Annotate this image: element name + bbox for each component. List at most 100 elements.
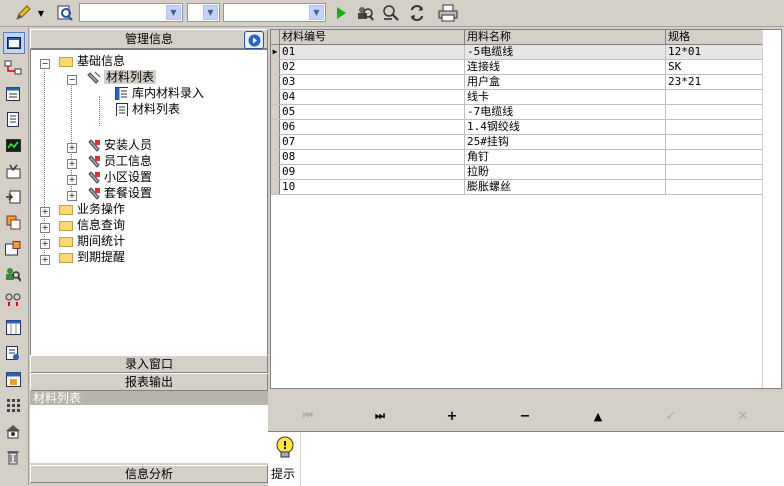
table-cell[interactable]: 连接线	[464, 59, 666, 75]
filter-combo-2[interactable]: ▼	[187, 3, 220, 22]
chevron-down-icon[interactable]: ▼	[166, 5, 181, 20]
table-cell[interactable]: 03	[279, 74, 465, 90]
table-cell[interactable]	[665, 149, 775, 165]
user-search-icon[interactable]	[3, 264, 23, 284]
collapse-toggle[interactable]: −	[40, 59, 50, 69]
expand-toggle[interactable]: +	[40, 255, 50, 265]
table-row[interactable]: 03 用户盒 23*21	[271, 74, 775, 90]
table-cell[interactable]: 04	[279, 89, 465, 105]
first-record-button[interactable]: ⏮	[297, 407, 319, 425]
filter-combo-3[interactable]: ▼	[223, 3, 326, 22]
section-report-output[interactable]: 报表输出	[30, 373, 268, 391]
table-cell[interactable]: 02	[279, 59, 465, 75]
table-cell[interactable]: 25#挂钩	[464, 134, 666, 150]
table-cell[interactable]: 10	[279, 179, 465, 195]
table-cell[interactable]	[665, 179, 775, 195]
table-row[interactable]: 08 角钉	[271, 149, 775, 165]
tree-node-material-entry[interactable]: 库内材料录入	[115, 86, 204, 101]
magnifier-icon[interactable]	[56, 4, 74, 22]
tree-node-material-list[interactable]: 材料列表	[87, 70, 157, 85]
table-icon[interactable]	[3, 212, 23, 232]
tree-node-community[interactable]: 小区设置	[87, 170, 152, 185]
tree-node-expire[interactable]: 到期提醒	[59, 250, 125, 265]
chart-window-icon[interactable]	[3, 135, 23, 155]
tree-node-package[interactable]: 套餐设置	[87, 186, 152, 201]
tree-node-query[interactable]: 信息查询	[59, 218, 125, 233]
materials-grid[interactable]: 材料编号 用料名称 规格 ▶ 01 -5电缆线 12*01 02 连接线 SK …	[270, 29, 782, 389]
table-row[interactable]: 06 1.4钢绞线	[271, 119, 775, 135]
table-cell[interactable]: 05	[279, 104, 465, 120]
expand-toggle[interactable]: +	[67, 143, 77, 153]
table-cell[interactable]: 23*21	[665, 74, 775, 90]
window-icon[interactable]	[3, 32, 25, 54]
chevron-down-icon[interactable]: ▼	[203, 5, 218, 20]
chevron-down-icon[interactable]: ▼	[309, 5, 324, 20]
refresh-icon[interactable]	[408, 4, 426, 22]
keypad-icon[interactable]	[3, 395, 23, 415]
tree-node-installer[interactable]: 安装人员	[87, 138, 152, 153]
calendar-icon[interactable]	[3, 369, 23, 389]
table-row[interactable]: 07 25#挂钩	[271, 134, 775, 150]
network-icon[interactable]	[3, 58, 23, 78]
table-cell[interactable]: 角钉	[464, 149, 666, 165]
table-cell[interactable]: 12*01	[665, 44, 775, 60]
table-cell[interactable]: SK	[665, 59, 775, 75]
grid-scroll-area[interactable]	[762, 30, 781, 388]
collapse-toggle[interactable]: −	[67, 75, 77, 85]
trash-icon[interactable]	[3, 447, 23, 467]
expand-toggle[interactable]: +	[40, 239, 50, 249]
link-icon[interactable]	[3, 290, 23, 310]
search-icon[interactable]	[382, 4, 400, 22]
tree-node-business[interactable]: 业务操作	[59, 202, 125, 217]
tree-node-material-list-leaf[interactable]: 材料列表	[115, 102, 180, 117]
table-row[interactable]: 09 拉盼	[271, 164, 775, 180]
expand-toggle[interactable]: +	[40, 223, 50, 233]
table-row[interactable]: ▶ 01 -5电缆线 12*01	[271, 44, 775, 60]
list-window-icon[interactable]	[3, 84, 23, 104]
table-cell[interactable]: 用户盒	[464, 74, 666, 90]
expand-toggle[interactable]: +	[67, 175, 77, 185]
table-cell[interactable]: -5电缆线	[464, 44, 666, 60]
column-header[interactable]: 用料名称	[464, 30, 666, 45]
edit-record-button[interactable]: ▲	[587, 407, 609, 425]
run-icon[interactable]	[332, 4, 350, 22]
chevron-down-icon[interactable]: ▼	[36, 4, 46, 22]
table-row[interactable]: 10 膨胀螺丝	[271, 179, 775, 195]
table-cell[interactable]: 膨胀螺丝	[464, 179, 666, 195]
print-icon[interactable]	[438, 4, 458, 22]
find-user-icon[interactable]	[356, 4, 374, 22]
collapse-button[interactable]	[244, 31, 264, 49]
tree-node-period[interactable]: 期间统计	[59, 234, 125, 249]
inbox-icon[interactable]	[3, 161, 23, 181]
tree-node-employee[interactable]: 员工信息	[87, 154, 152, 169]
tree-node-basic[interactable]: 基础信息	[59, 54, 125, 69]
table-cell[interactable]: 1.4钢绞线	[464, 119, 666, 135]
post-record-button[interactable]: ✓	[660, 407, 682, 425]
table-row[interactable]: 02 连接线 SK	[271, 59, 775, 75]
table-cell[interactable]: -7电缆线	[464, 104, 666, 120]
user-config-icon[interactable]	[3, 421, 23, 441]
report-item[interactable]: 材料列表	[30, 391, 268, 405]
add-record-button[interactable]: +	[441, 407, 463, 425]
table-cell[interactable]: 拉盼	[464, 164, 666, 180]
column-header[interactable]: 规格	[665, 30, 775, 45]
table-cell[interactable]: 线卡	[464, 89, 666, 105]
table-cell[interactable]: 08	[279, 149, 465, 165]
table-cell[interactable]: 06	[279, 119, 465, 135]
export-icon[interactable]	[3, 187, 23, 207]
table-cell[interactable]	[665, 119, 775, 135]
section-info-analysis[interactable]: 信息分析	[30, 465, 268, 483]
grid-window-icon[interactable]	[3, 317, 23, 337]
table-cell[interactable]	[665, 89, 775, 105]
table-cell[interactable]: 09	[279, 164, 465, 180]
pencil-icon[interactable]	[14, 4, 32, 22]
report-icon[interactable]	[3, 343, 23, 363]
table-cell[interactable]	[665, 134, 775, 150]
section-entry-window[interactable]: 录入窗口	[30, 355, 268, 373]
delete-record-button[interactable]: −	[514, 407, 536, 425]
table-cell[interactable]	[665, 164, 775, 180]
expand-toggle[interactable]: +	[67, 191, 77, 201]
table-cell[interactable]: 07	[279, 134, 465, 150]
document-icon[interactable]	[3, 109, 23, 129]
table-row[interactable]: 04 线卡	[271, 89, 775, 105]
